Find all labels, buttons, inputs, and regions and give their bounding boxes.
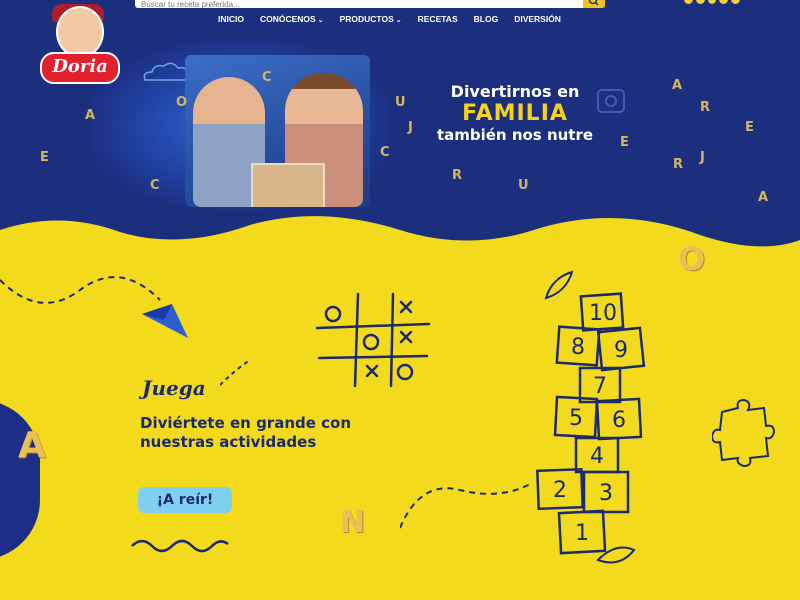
hopscotch-number: 4 bbox=[590, 444, 604, 469]
hopscotch-number: 9 bbox=[614, 338, 628, 363]
floating-letter: C bbox=[150, 178, 160, 193]
paper-plane-icon bbox=[142, 304, 188, 338]
logo-wordmark: Doria bbox=[40, 52, 120, 84]
twitter-icon[interactable] bbox=[695, 0, 705, 4]
chevron-down-icon: ⌄ bbox=[317, 17, 324, 24]
nav-item-blog[interactable]: BLOG bbox=[474, 14, 499, 24]
floating-letter: J bbox=[408, 120, 413, 135]
hopscotch-number: 7 bbox=[593, 374, 607, 399]
social-links bbox=[684, 0, 740, 6]
hopscotch-number: 8 bbox=[571, 335, 585, 360]
tic-tac-toe-doodle bbox=[315, 292, 431, 388]
hero-headline: Divertirnos en FAMILIA también nos nutre bbox=[436, 82, 594, 144]
doria-logo[interactable]: Doria bbox=[38, 4, 120, 84]
hero-banner: INICIO CONÓCENOS⌄ PRODUCTOS⌄ RECETAS BLO… bbox=[0, 0, 800, 230]
floating-letter: C bbox=[380, 145, 390, 160]
floating-letter: A bbox=[672, 78, 683, 93]
hopscotch-number: 1 bbox=[575, 521, 589, 546]
hopscotch-number: 10 bbox=[589, 301, 617, 326]
floating-letter: E bbox=[40, 150, 49, 165]
instagram-icon[interactable] bbox=[707, 0, 717, 4]
floating-letter: U bbox=[395, 95, 406, 110]
puzzle-piece-icon bbox=[712, 398, 776, 468]
facebook-icon[interactable] bbox=[684, 0, 693, 4]
floating-letter: R bbox=[452, 168, 463, 183]
pasta-letter: N bbox=[340, 505, 366, 540]
section-title: Juega bbox=[142, 376, 206, 400]
hopscotch-number: 2 bbox=[553, 478, 567, 503]
floating-letter: E bbox=[620, 135, 629, 150]
search-button[interactable] bbox=[583, 0, 605, 8]
floating-letter: R bbox=[700, 100, 711, 115]
nav-item-diversion[interactable]: DIVERSIÓN bbox=[514, 14, 561, 24]
chevron-down-icon: ⌄ bbox=[395, 17, 402, 24]
leaf-doodle-icon bbox=[596, 546, 636, 564]
hopscotch-number: 6 bbox=[612, 408, 626, 433]
floating-letter: U bbox=[518, 178, 529, 193]
dashed-path-doodle bbox=[400, 483, 531, 529]
search-input[interactable] bbox=[135, 0, 577, 12]
pasta-letter: O bbox=[678, 240, 706, 278]
nav-item-recetas[interactable]: RECETAS bbox=[418, 14, 458, 24]
nav-item-inicio[interactable]: INICIO bbox=[218, 14, 244, 24]
hopscotch-doodle: 10 8 9 7 5 6 4 2 3 1 bbox=[536, 292, 646, 555]
search-icon bbox=[588, 0, 599, 6]
nav-item-conocenos[interactable]: CONÓCENOS ⌄ bbox=[260, 14, 324, 24]
hopscotch-number: 3 bbox=[599, 481, 613, 506]
mascot-face bbox=[56, 6, 104, 58]
floating-letter: E bbox=[745, 120, 754, 135]
floating-letter: J bbox=[700, 150, 705, 165]
floating-letter: O bbox=[176, 95, 188, 110]
nav-item-productos[interactable]: PRODUCTOS ⌄ bbox=[340, 14, 402, 24]
floating-letter: R bbox=[673, 157, 684, 172]
hero-kids-photo bbox=[185, 55, 370, 207]
a-reir-button[interactable]: ¡A reír! bbox=[138, 487, 232, 513]
hopscotch-number: 5 bbox=[569, 406, 583, 431]
floating-letter: C bbox=[262, 70, 272, 85]
leaf-doodle-icon bbox=[544, 270, 574, 300]
main-nav: INICIO CONÓCENOS ⌄ PRODUCTOS ⌄ RECETAS BLO… bbox=[218, 14, 577, 24]
dashed-path-doodle bbox=[220, 360, 250, 386]
floating-letter: A bbox=[85, 108, 96, 123]
youtube-icon[interactable] bbox=[719, 0, 729, 4]
search-bar bbox=[135, 0, 605, 12]
pasta-letter: A bbox=[18, 425, 46, 466]
squiggle-doodle bbox=[131, 539, 229, 553]
section-description: Diviértete en grande con nuestras activi… bbox=[140, 414, 352, 451]
pinterest-icon[interactable] bbox=[731, 0, 740, 4]
